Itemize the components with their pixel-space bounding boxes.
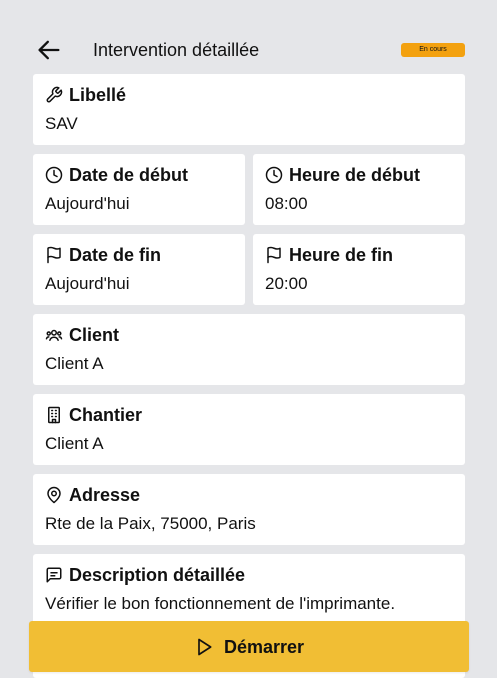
flag-icon — [265, 246, 283, 264]
libelle-value: SAV — [45, 114, 78, 133]
wrench-icon — [45, 86, 63, 104]
page-title: Intervention détaillée — [93, 40, 260, 60]
description-label: Description détaillée — [69, 565, 246, 585]
date-fin-card: Date de fin Aujourd'hui — [33, 234, 245, 305]
message-icon — [45, 566, 63, 584]
date-fin-value: Aujourd'hui — [45, 274, 130, 293]
adresse-label: Adresse — [69, 485, 141, 505]
adresse-value: Rte de la Paix, 75000, Paris — [45, 514, 256, 533]
heure-fin-card: Heure de fin 20:00 — [253, 234, 465, 305]
header: Intervention détaillée En cours — [33, 34, 465, 66]
client-label: Client — [69, 325, 120, 345]
arrow-left-icon — [38, 40, 60, 60]
chantier-label: Chantier — [69, 405, 143, 425]
adresse-card: Adresse Rte de la Paix, 75000, Paris — [33, 474, 465, 545]
clock-icon — [45, 166, 63, 184]
client-card: Client Client A — [33, 314, 465, 385]
libelle-label: Libellé — [69, 85, 127, 105]
description-value: Vérifier le bon fonctionnement de l'impr… — [45, 594, 396, 613]
client-value: Client A — [45, 354, 104, 373]
chantier-value: Client A — [45, 434, 104, 453]
date-debut-value: Aujourd'hui — [45, 194, 130, 213]
status-badge: En cours — [401, 43, 465, 57]
heure-fin-label: Heure de fin — [289, 245, 394, 265]
back-button[interactable] — [33, 34, 65, 66]
date-fin-label: Date de fin — [69, 245, 162, 265]
start-button-label: Démarrer — [223, 636, 305, 657]
date-debut-card: Date de début Aujourd'hui — [33, 154, 245, 225]
libelle-card: Libellé SAV — [33, 74, 465, 145]
users-icon — [45, 326, 63, 344]
heure-debut-value: 08:00 — [265, 194, 308, 213]
clock-icon — [265, 166, 283, 184]
heure-debut-label: Heure de début — [289, 165, 421, 185]
flag-icon — [45, 246, 63, 264]
date-debut-label: Date de début — [69, 165, 189, 185]
map-pin-icon — [45, 486, 63, 504]
building-icon — [45, 406, 63, 424]
start-button[interactable]: Démarrer — [29, 621, 469, 672]
play-icon — [198, 638, 212, 655]
heure-debut-card: Heure de début 08:00 — [253, 154, 465, 225]
heure-fin-value: 20:00 — [265, 274, 308, 293]
chantier-card: Chantier Client A — [33, 394, 465, 465]
